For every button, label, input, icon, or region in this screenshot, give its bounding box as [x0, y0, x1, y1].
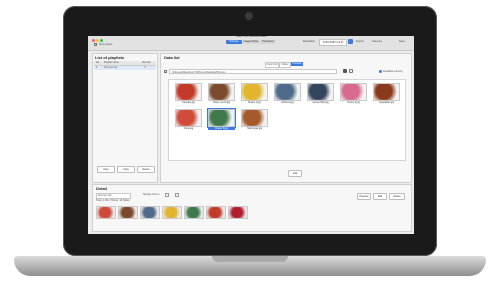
save-button[interactable]: Save: [396, 39, 408, 44]
photo-caption: Pancake.jpg: [182, 102, 195, 104]
edit-button[interactable]: Edit: [373, 193, 387, 200]
photo-caption: Workout.jpg: [281, 102, 294, 104]
new-playlist-button[interactable]: New: [97, 166, 115, 173]
photo-caption: Pastry Lunch.jpg: [212, 102, 231, 104]
photo-thumbnail[interactable]: [175, 83, 202, 101]
table-row[interactable]: 1 Summer trip 3: [94, 66, 156, 70]
photo-thumbnail[interactable]: [274, 83, 301, 101]
save-as-button[interactable]: Save As: [370, 39, 384, 44]
detail-panel: Detail Summer trip Sample how to Total: …: [92, 184, 412, 232]
available-memory-label: Available memory: [383, 69, 403, 73]
photo-caption: Vegetables.jpg: [378, 102, 395, 104]
new-project-icon[interactable]: [94, 43, 97, 46]
detail-title: Detail: [96, 186, 107, 191]
photo-caption: Fruits.jpg: [183, 128, 194, 130]
column-no: No.: [96, 61, 100, 64]
sample-stepper-minus[interactable]: [165, 193, 169, 197]
row-playlist-name: Summer trip: [104, 66, 118, 69]
detail-slide-thumbnail[interactable]: [162, 206, 182, 219]
tab-pictures[interactable]: Pictures: [226, 40, 242, 44]
camera-icon: [245, 12, 253, 20]
column-number: Number: [142, 61, 151, 64]
photo-thumbnail[interactable]: [340, 83, 367, 101]
sample-stepper-plus[interactable]: [175, 193, 179, 197]
detail-slide-thumbnail[interactable]: [184, 206, 204, 219]
photo-thumbnail[interactable]: [208, 83, 235, 101]
preview-button[interactable]: Preview: [357, 193, 371, 200]
photo-caption: Flower 3.jpg: [208, 128, 235, 130]
playlists-panel: List of playlists No. Playlist name Numb…: [92, 53, 158, 183]
detail-slide-thumbnail[interactable]: [140, 206, 160, 219]
photo-thumbnail[interactable]: [241, 83, 268, 101]
data-list-panel: Data list Import list Folder Preview /Vo…: [160, 53, 412, 183]
tab-images-video[interactable]: Images/Video: [243, 40, 259, 44]
detail-slide-thumbnail[interactable]: [96, 206, 116, 219]
detail-slide-thumbnail[interactable]: [228, 206, 248, 219]
refresh-icon[interactable]: [349, 69, 353, 73]
row-no: 1: [96, 66, 98, 69]
copy-playlist-button[interactable]: Copy: [117, 166, 135, 173]
window-toolbar: Tipard Photo Slideshow Maker New project…: [88, 36, 414, 51]
app-window: Tipard Photo Slideshow Maker New project…: [88, 36, 414, 234]
tab-import-list[interactable]: Import list: [265, 62, 279, 68]
column-playlist-name: Playlist name: [104, 61, 119, 64]
photo-caption: Hamburger.jpg: [246, 128, 263, 130]
tab-folder[interactable]: Folder: [279, 62, 291, 68]
photo-grid: Pancake.jpg Pastry Lunch.jpg Flower 1.jpg W…: [168, 79, 406, 161]
photo-thumbnail[interactable]: [175, 109, 202, 127]
resolution-select[interactable]: 1920x1080 (16:9): [319, 39, 347, 46]
close-window-button[interactable]: [92, 39, 95, 42]
playlists-title: List of playlists: [95, 55, 125, 60]
zoom-window-button[interactable]: [100, 39, 103, 42]
row-number: 3: [144, 66, 146, 69]
laptop-hinge: [212, 256, 288, 262]
photo-thumbnail[interactable]: [241, 109, 268, 127]
add-button[interactable]: Add: [288, 170, 302, 177]
photo-caption: Flower 2.jpg: [347, 102, 360, 104]
photo-caption: Sunset Hike.jpg: [312, 102, 329, 104]
photo-thumbnail[interactable]: [307, 83, 334, 101]
path-field[interactable]: /Volumes/Macintosh HD/Users/Desktop/Pict…: [169, 69, 337, 74]
delete-playlist-button[interactable]: Delete: [137, 166, 155, 173]
detail-slide-thumbnail[interactable]: [118, 206, 138, 219]
detail-slide-thumbnail[interactable]: [206, 206, 226, 219]
delete-button[interactable]: Delete: [389, 193, 405, 200]
tab-transitions[interactable]: Transitions: [260, 40, 276, 44]
play-icon[interactable]: [343, 69, 347, 73]
window-title: Tipard Photo Slideshow Maker: [235, 36, 267, 38]
photo-caption: Flower 1.jpg: [248, 102, 261, 104]
detail-strip: [96, 206, 408, 220]
data-list-title: Data list: [164, 55, 180, 60]
resolution-label: Resolution: [302, 40, 316, 43]
sample-label: Sample how to: [143, 193, 160, 196]
new-project-label[interactable]: New project: [99, 43, 112, 46]
tab-preview[interactable]: Preview: [291, 62, 303, 66]
minimize-window-button[interactable]: [96, 39, 99, 42]
photo-thumbnail[interactable]: [207, 108, 236, 128]
folder-icon[interactable]: [164, 70, 167, 73]
duration-text: Total: 1 Min. Photos: 10 Slides: [96, 199, 130, 202]
memory-indicator-icon: [379, 70, 382, 73]
export-icon[interactable]: [348, 39, 353, 44]
export-button[interactable]: Export: [354, 39, 366, 44]
photo-thumbnail[interactable]: [373, 83, 400, 101]
